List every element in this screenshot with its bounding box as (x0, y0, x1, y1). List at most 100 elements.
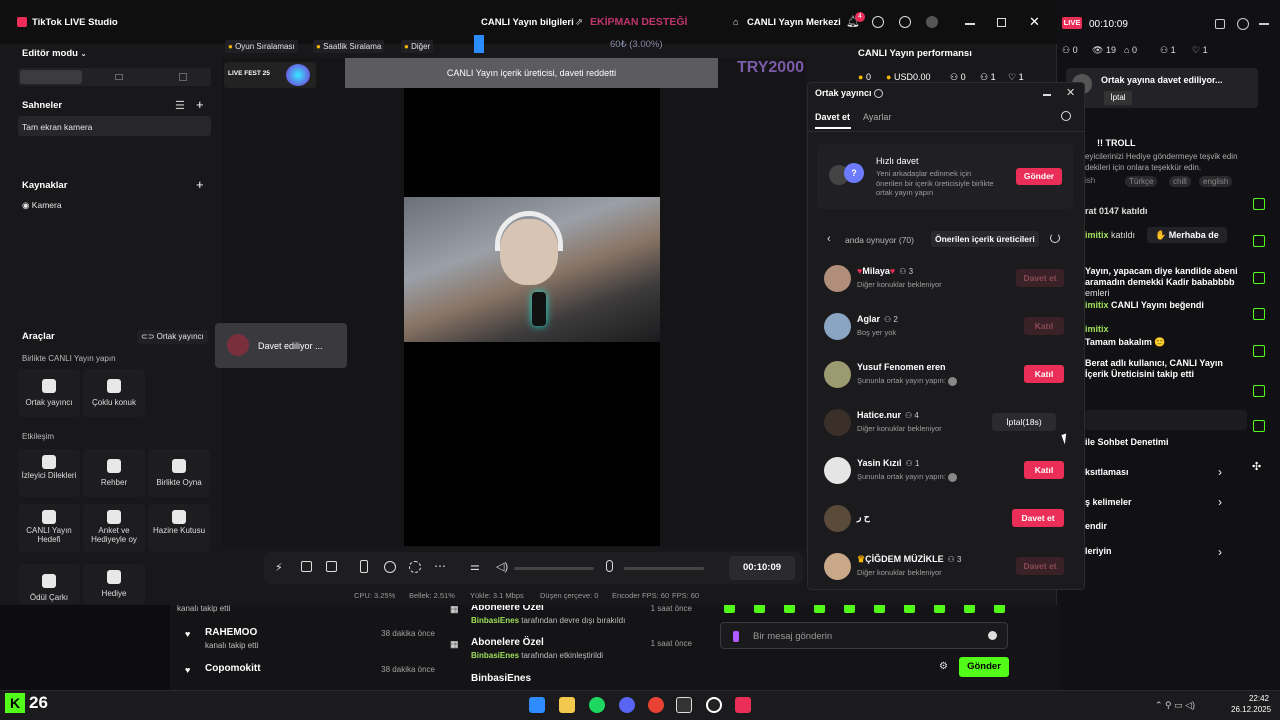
record-icon[interactable] (384, 561, 396, 573)
rail-icon[interactable] (1253, 272, 1265, 284)
gear-icon[interactable]: ⚙ (939, 661, 948, 672)
invite-button[interactable]: Davet et (1016, 269, 1064, 287)
tool-viewer-wishes[interactable]: İzleyici Dilekleri (18, 449, 80, 497)
obs-icon[interactable] (706, 697, 722, 713)
notification-badge: 4 (855, 12, 865, 22)
active-tab-indicator (815, 127, 851, 129)
tab-invite[interactable]: Davet et (815, 112, 850, 122)
hello-button[interactable]: ✋ Merhaba de (1147, 227, 1227, 243)
add-overlay-icon[interactable] (326, 561, 337, 572)
discord-icon[interactable] (619, 697, 635, 713)
settings-icon[interactable] (1237, 18, 1249, 30)
speaker-volume-slider[interactable] (514, 567, 594, 570)
minimize-icon[interactable] (1043, 94, 1051, 96)
portrait-mode-button[interactable] (20, 70, 82, 84)
chevron-left-icon[interactable]: ‹ (827, 233, 831, 245)
tool-play-together[interactable]: Birlikte Oyna (148, 449, 210, 497)
rail-icon[interactable] (1253, 235, 1265, 247)
tab-game-ranking[interactable]: ● Oyun Sıralaması (225, 40, 298, 53)
share-icon[interactable]: ⇗ (575, 17, 583, 28)
join-button[interactable]: Katıl (1024, 365, 1064, 383)
tool-poll[interactable]: Anket ve Hediyeyle oy (83, 504, 145, 552)
chevron-right-icon[interactable]: › (1218, 545, 1222, 559)
tool-cohost[interactable]: Ortak yayıncı (18, 369, 80, 417)
rail-icon[interactable] (1253, 308, 1265, 320)
maximize-icon[interactable] (997, 18, 1006, 27)
puzzle-icon[interactable]: ✣ (1252, 460, 1261, 473)
live-center-button[interactable]: CANLI Yayın Merkezi (747, 17, 841, 28)
mic-volume-slider[interactable] (624, 567, 704, 570)
equipment-support[interactable]: EKİPMAN DESTEĞİ (590, 16, 687, 28)
tab-playing-now[interactable]: anda oynuyor (70) (845, 235, 914, 245)
minimize-icon[interactable] (1259, 23, 1269, 25)
menu-chat-moderation[interactable]: ile Sohbet Denetimi (1085, 437, 1169, 447)
close-icon[interactable]: ✕ (1066, 86, 1075, 99)
tab-hourly-ranking[interactable]: ● Saatlik Sıralama (313, 40, 385, 53)
tab-settings[interactable]: Ayarlar (863, 112, 891, 122)
scene-item[interactable]: Tam ekran kamera (18, 116, 211, 136)
windows-start-icon[interactable] (529, 697, 545, 713)
equalizer-icon[interactable]: ⚌ (470, 560, 480, 573)
join-button[interactable]: Katıl (1024, 317, 1064, 335)
chat-message-3b: emleri (1085, 288, 1110, 298)
tool-live-goal[interactable]: CANLI Yayın Hedefi (18, 504, 80, 552)
more-icon[interactable]: ⋯ (434, 559, 446, 573)
rail-icon[interactable] (1253, 198, 1265, 210)
close-icon[interactable]: ✕ (1029, 14, 1040, 30)
split-mode-button[interactable] (179, 73, 187, 81)
effects-icon[interactable] (409, 561, 421, 573)
add-source-icon[interactable]: + (196, 177, 204, 192)
settings-icon[interactable] (899, 16, 911, 28)
cohost-link-button[interactable]: ⊂⊃ Ortak yayıncı (137, 330, 208, 344)
rail-icon[interactable] (1253, 420, 1265, 432)
menu-restriction[interactable]: ksıtlaması (1085, 467, 1129, 477)
tool-gift[interactable]: Hediye (83, 564, 145, 604)
magic-wand-icon[interactable]: ⚡︎ (275, 561, 283, 574)
chevron-right-icon[interactable]: › (1218, 495, 1222, 509)
menu-download[interactable]: endir (1085, 521, 1107, 531)
speaker-icon[interactable]: ◁) (496, 560, 508, 573)
search-icon[interactable] (1061, 111, 1071, 121)
tool-guide[interactable]: Rehber (83, 449, 145, 497)
file-explorer-icon[interactable] (559, 697, 575, 713)
message-input[interactable]: Bir mesaj gönderin (720, 622, 1008, 649)
refresh-icon[interactable] (1050, 233, 1060, 243)
tiktok-studio-icon[interactable] (735, 697, 751, 713)
tool-multi-guest[interactable]: Çoklu konuk (83, 369, 145, 417)
cancel-button[interactable]: İptal (1104, 91, 1132, 105)
add-scene-icon[interactable]: + (196, 97, 204, 112)
cancel-invite-button[interactable]: İptal(18s) (992, 413, 1056, 431)
minimize-icon[interactable] (965, 23, 975, 25)
layout-icon[interactable] (301, 561, 312, 572)
phone-icon[interactable] (360, 560, 368, 573)
invite-button[interactable]: Davet et (1012, 509, 1064, 527)
terminal-icon[interactable] (676, 697, 692, 713)
profile-avatar[interactable] (926, 16, 938, 28)
tab-suggested-creators[interactable]: Önerilen içerik üreticileri (931, 231, 1039, 247)
emoji-icon[interactable] (988, 631, 997, 640)
tray-icons[interactable]: ⌃ ⚲ ▭ ◁) (1155, 700, 1195, 711)
help-icon[interactable] (872, 16, 884, 28)
invite-button[interactable]: Davet et (1016, 557, 1064, 575)
tab-other[interactable]: ● Diğer (401, 40, 434, 53)
rail-icon[interactable] (1253, 385, 1265, 397)
home-icon[interactable]: ⌂ (733, 17, 739, 28)
lock-icon[interactable] (1215, 19, 1225, 29)
source-item-camera[interactable]: ◉ Kamera (22, 200, 62, 211)
menu-words[interactable]: ş kelimeler (1085, 497, 1132, 507)
rail-icon[interactable] (1253, 345, 1265, 357)
editor-mode-dropdown[interactable]: Editör modu ⌄ (22, 48, 86, 59)
tool-prize-wheel[interactable]: Ödül Çarkı (18, 564, 80, 604)
live-info-button[interactable]: CANLI Yayın bilgileri (481, 17, 574, 28)
list-icon[interactable]: ☰ (175, 99, 185, 112)
microphone-icon[interactable] (606, 560, 613, 572)
chevron-right-icon[interactable]: › (1218, 465, 1222, 479)
spotify-icon[interactable] (589, 697, 605, 713)
send-button[interactable]: Gönder (959, 657, 1009, 677)
menu-more[interactable]: leriyin (1085, 546, 1112, 556)
join-button[interactable]: Katıl (1024, 461, 1064, 479)
tool-treasure-box[interactable]: Hazine Kutusu (148, 504, 210, 552)
chrome-icon[interactable] (648, 697, 664, 713)
landscape-mode-button[interactable] (115, 74, 123, 80)
quick-invite-send-button[interactable]: Gönder (1016, 168, 1062, 185)
